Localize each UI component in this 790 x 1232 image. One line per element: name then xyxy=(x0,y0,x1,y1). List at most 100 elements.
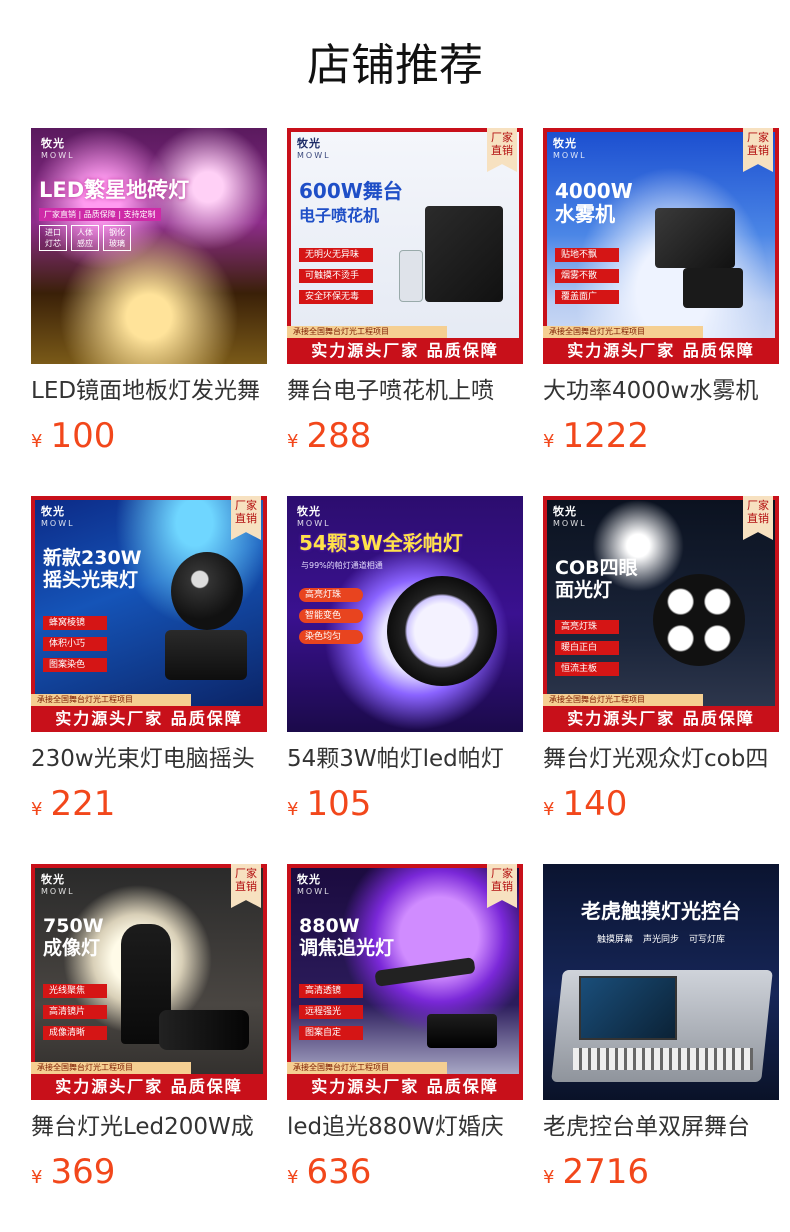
feature-tag: 成像清晰 xyxy=(43,1026,107,1040)
feature-tag: 高亮灯珠 xyxy=(555,620,619,634)
product-card[interactable]: 老虎触摸灯光控台 触摸屏幕 声光同步 可写灯库 老虎控台单双屏舞台 ¥2716 xyxy=(543,864,779,1204)
product-card[interactable]: 牧光 MOWL 厂家直销 4000W 水雾机 贴地不飘 烟雾不散 覆盖面广 承接全国… xyxy=(543,128,779,468)
promo-strip-small: 承接全国舞台灯光工程项目 xyxy=(31,694,191,706)
feature-tag: 钢化玻璃 xyxy=(103,225,131,251)
product-card[interactable]: 牧光 MOWL 厂家直销 600W舞台 电子喷花机 无明火无异味 可触摸不烫手 安全… xyxy=(287,128,523,468)
feature-list: 高亮灯珠 智能变色 染色均匀 xyxy=(299,588,363,651)
promo-headline: LED繁星地砖灯 xyxy=(39,178,190,202)
promo-headline: 老虎触摸灯光控台 xyxy=(581,899,741,923)
console-screen xyxy=(579,976,677,1040)
feature-tag: 体积小巧 xyxy=(43,637,107,651)
product-device xyxy=(653,574,745,666)
feature-tag: 无明火无异味 xyxy=(299,248,373,262)
feature-tag: 贴地不飘 xyxy=(555,248,619,262)
product-price: ¥100 xyxy=(31,416,116,456)
brand-logo: 牧光 MOWL xyxy=(41,505,75,529)
feature-tag: 安全环保无毒 xyxy=(299,290,373,304)
feature-tag: 染色均匀 xyxy=(299,630,363,644)
feature-tag: 远程强光 xyxy=(299,1005,363,1019)
product-card[interactable]: 牧光 MOWL 厂家直销 新款230W 摇头光束灯 蜂窝棱镜 体积小巧 图案染色 承… xyxy=(31,496,267,836)
product-image[interactable]: 牧光 MOWL 厂家直销 COB四眼 面光灯 高亮灯珠 暖白正白 恒流主板 承接全国… xyxy=(543,496,779,732)
product-image[interactable]: 牧光 MOWL 厂家直销 新款230W 摇头光束灯 蜂窝棱镜 体积小巧 图案染色 承… xyxy=(31,496,267,732)
product-name[interactable]: 大功率4000w水雾机 xyxy=(543,376,779,406)
feature-tags: 进口灯芯 人体感应 钢化玻璃 xyxy=(39,225,131,251)
promo-strip-small: 承接全国舞台灯光工程项目 xyxy=(543,694,703,706)
product-name[interactable]: 舞台灯光Led200W成 xyxy=(31,1112,267,1142)
product-image[interactable]: 老虎触摸灯光控台 触摸屏幕 声光同步 可写灯库 xyxy=(543,864,779,1100)
promo-tagline: 厂家直销 | 品质保障 | 支持定制 xyxy=(39,208,161,221)
product-price: ¥636 xyxy=(287,1152,372,1192)
feature-tag: 暖白正白 xyxy=(555,641,619,655)
product-name[interactable]: 舞台电子喷花机上喷 xyxy=(287,376,523,406)
brand-logo: 牧光 MOWL xyxy=(41,873,75,897)
promo-strip: 实力源头厂家 品质保障 xyxy=(543,706,779,732)
product-device xyxy=(159,1010,249,1050)
promo-strip: 实力源头厂家 品质保障 xyxy=(31,1074,267,1100)
promo-strip-small: 承接全国舞台灯光工程项目 xyxy=(287,1062,447,1074)
product-image[interactable]: 牧光 MOWL 厂家直销 880W 调焦追光灯 高清透镜 远程强光 图案自定 承接全… xyxy=(287,864,523,1100)
product-device xyxy=(171,552,243,630)
product-name[interactable]: led追光880W灯婚庆 xyxy=(287,1112,523,1142)
feature-list: 贴地不飘 烟雾不散 覆盖面广 xyxy=(555,248,619,311)
promo-headline: 新款230W 摇头光束灯 xyxy=(43,547,142,591)
feature-list: 触摸屏幕 声光同步 可写灯库 xyxy=(543,932,779,945)
remote-control xyxy=(399,250,423,302)
feature-tag: 触摸屏幕 xyxy=(596,935,633,945)
product-price: ¥140 xyxy=(543,784,628,824)
product-card[interactable]: 牧光 MOWL LED繁星地砖灯 厂家直销 | 品质保障 | 支持定制 进口灯芯 … xyxy=(31,128,267,468)
product-name[interactable]: 老虎控台单双屏舞台 xyxy=(543,1112,779,1142)
product-name[interactable]: LED镜面地板灯发光舞 xyxy=(31,376,267,406)
brand-logo: 牧光 MOWL xyxy=(297,873,331,897)
feature-tag: 可写灯库 xyxy=(689,935,726,945)
product-device-base xyxy=(683,268,743,308)
promo-headline: COB四眼 面光灯 xyxy=(555,557,638,601)
product-image[interactable]: 牧光 MOWL LED繁星地砖灯 厂家直销 | 品质保障 | 支持定制 进口灯芯 … xyxy=(31,128,267,364)
feature-tag: 高亮灯珠 xyxy=(299,588,363,602)
promo-strip: 实力源头厂家 品质保障 xyxy=(287,338,523,364)
product-image[interactable]: 牧光 MOWL 54颗3W全彩帕灯 与99%的帕灯通道相通 高亮灯珠 智能变色 染… xyxy=(287,496,523,732)
product-image[interactable]: 牧光 MOWL 厂家直销 600W舞台 电子喷花机 无明火无异味 可触摸不烫手 安全… xyxy=(287,128,523,364)
product-device xyxy=(387,576,497,686)
promo-strip-small: 承接全国舞台灯光工程项目 xyxy=(287,326,447,338)
feature-tag: 恒流主板 xyxy=(555,662,619,676)
feature-tag: 进口灯芯 xyxy=(39,225,67,251)
product-name[interactable]: 舞台灯光观众灯cob四 xyxy=(543,744,779,774)
brand-logo: 牧光 MOWL xyxy=(553,505,587,529)
promo-strip-small: 承接全国舞台灯光工程项目 xyxy=(31,1062,191,1074)
promo-headline: 750W 成像灯 xyxy=(43,915,104,959)
flight-case xyxy=(427,1014,497,1048)
brand-logo: 牧光 MOWL xyxy=(297,505,331,529)
feature-tag: 智能变色 xyxy=(299,609,363,623)
product-card[interactable]: 牧光 MOWL 厂家直销 750W 成像灯 光线聚焦 高清镜片 成像清晰 承接全国舞… xyxy=(31,864,267,1204)
feature-tag: 光线聚焦 xyxy=(43,984,107,998)
brand-logo: 牧光 MOWL xyxy=(41,137,75,161)
console-faders xyxy=(573,1048,753,1070)
product-price: ¥369 xyxy=(31,1152,116,1192)
promo-headline: 4000W 水雾机 xyxy=(555,179,633,226)
product-name[interactable]: 230w光束灯电脑摇头 xyxy=(31,744,267,774)
feature-tag: 高清镜片 xyxy=(43,1005,107,1019)
promo-headline: 54颗3W全彩帕灯 xyxy=(299,531,463,555)
product-price: ¥221 xyxy=(31,784,116,824)
feature-tag: 烟雾不散 xyxy=(555,269,619,283)
feature-tag: 蜂窝棱镜 xyxy=(43,616,107,630)
feature-tag: 图案自定 xyxy=(299,1026,363,1040)
feature-tag: 可触摸不烫手 xyxy=(299,269,373,283)
promo-strip-small: 承接全国舞台灯光工程项目 xyxy=(543,326,703,338)
brand-logo: 牧光 MOWL xyxy=(553,137,587,161)
product-image[interactable]: 牧光 MOWL 厂家直销 750W 成像灯 光线聚焦 高清镜片 成像清晰 承接全国舞… xyxy=(31,864,267,1100)
product-image[interactable]: 牧光 MOWL 厂家直销 4000W 水雾机 贴地不飘 烟雾不散 覆盖面广 承接全国… xyxy=(543,128,779,364)
promo-headline: 600W舞台 电子喷花机 xyxy=(299,179,403,225)
product-card[interactable]: 牧光 MOWL 54颗3W全彩帕灯 与99%的帕灯通道相通 高亮灯珠 智能变色 染… xyxy=(287,496,523,836)
product-name[interactable]: 54颗3W帕灯led帕灯 xyxy=(287,744,523,774)
product-price: ¥288 xyxy=(287,416,372,456)
product-card[interactable]: 牧光 MOWL 厂家直销 COB四眼 面光灯 高亮灯珠 暖白正白 恒流主板 承接全国… xyxy=(543,496,779,836)
feature-tag: 人体感应 xyxy=(71,225,99,251)
feature-tag: 声光同步 xyxy=(642,935,679,945)
product-device-base xyxy=(165,630,247,680)
promo-headline: 880W 调焦追光灯 xyxy=(299,915,395,959)
product-device xyxy=(425,206,503,302)
product-card[interactable]: 牧光 MOWL 厂家直销 880W 调焦追光灯 高清透镜 远程强光 图案自定 承接全… xyxy=(287,864,523,1204)
promo-tagline: 与99%的帕灯通道相通 xyxy=(301,561,383,570)
promo-strip: 实力源头厂家 品质保障 xyxy=(31,706,267,732)
